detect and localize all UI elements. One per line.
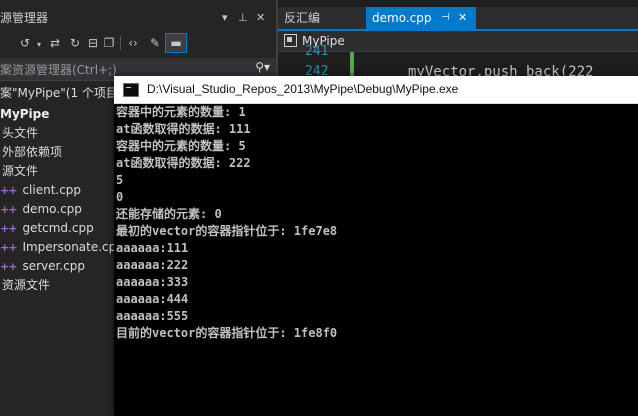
solution-explorer-toolbar: ↺ ▾ ⇄ ↻ ⊟ ❐ ‹› ✎ ▬	[0, 30, 276, 58]
console-line: 目前的vector的容器指针位于: 1fe8f0	[116, 326, 338, 340]
tab-demo-cpp[interactable]: demo.cpp ⊣ ✕	[366, 7, 476, 29]
show-all-files-icon[interactable]: ❐	[100, 34, 118, 52]
solution-explorer-title: 源管理器	[0, 11, 49, 25]
tree-item-resource-files[interactable]: 资源文件	[2, 276, 50, 295]
tree-item-header-files[interactable]: 头文件	[2, 124, 38, 143]
tree-item-file[interactable]: ++ client.cpp	[0, 181, 81, 200]
tree-item-source-files[interactable]: 源文件	[2, 162, 38, 181]
tree-item-label: server.cpp	[22, 259, 85, 273]
solution-explorer-header: 源管理器 ▾ ⊥ ✕	[0, 8, 276, 28]
change-tracking-bar	[350, 52, 354, 78]
tree-item-external-dependencies[interactable]: 外部依赖项	[2, 143, 62, 162]
console-titlebar[interactable]: D:\Visual_Studio_Repos_2013\MyPipe\Debug…	[114, 76, 638, 104]
tab-label: 反汇编	[284, 11, 321, 25]
toolbar-separator	[120, 36, 121, 50]
code-view-icon[interactable]: ‹›	[124, 34, 142, 52]
search-icon[interactable]: ⚲▾	[255, 60, 270, 74]
dropdown-icon[interactable]: ▾	[222, 8, 228, 28]
cpp-file-icon: ++	[0, 260, 17, 273]
tree-item-project[interactable]: MyPipe	[0, 105, 49, 124]
tree-item-file[interactable]: ++ getcmd.cpp	[0, 219, 94, 238]
console-line: 容器中的元素的数量: 1	[116, 105, 246, 119]
tree-item-file[interactable]: ++ Impersonate.cpp	[0, 238, 124, 257]
preview-selected-icon[interactable]: ▬	[165, 33, 187, 53]
close-tab-icon[interactable]: ✕	[458, 7, 467, 29]
console-line: aaaaaa:555	[116, 309, 189, 323]
tab-label: demo.cpp	[372, 11, 432, 25]
pin-tab-icon[interactable]: ⊣	[441, 7, 450, 29]
document-tab-strip: 反汇编 demo.cpp ⊣ ✕	[278, 7, 638, 29]
cpp-file-icon: ++	[0, 222, 17, 235]
tree-item-file[interactable]: ++ server.cpp	[0, 257, 85, 276]
console-line: 最初的vector的容器指针位于: 1fe7e8	[116, 224, 338, 238]
refresh-icon[interactable]: ↻	[66, 34, 84, 52]
tab-disassembly[interactable]: 反汇编	[284, 7, 320, 29]
tree-item-label: getcmd.cpp	[22, 221, 94, 235]
line-number: 241	[305, 44, 329, 59]
tree-item-label: 案"MyPipe"(1 个项目	[0, 86, 118, 100]
console-line: at函数取得的数据: 222	[116, 156, 251, 170]
sync-icon[interactable]: ⇄	[46, 34, 64, 52]
console-line: aaaaaa:333	[116, 275, 189, 289]
cpp-file-icon: ++	[0, 241, 17, 254]
tree-item-label: 资源文件	[2, 278, 51, 292]
tree-item-label: MyPipe	[0, 107, 50, 121]
cpp-file-icon: ++	[0, 184, 17, 197]
console-app-icon	[123, 83, 139, 97]
console-title: D:\Visual_Studio_Repos_2013\MyPipe\Debug…	[147, 82, 459, 96]
console-line: 5	[116, 173, 124, 187]
tree-item-label: 源文件	[2, 164, 39, 178]
tree-item-file[interactable]: ++ demo.cpp	[0, 200, 82, 219]
tree-item-label: 头文件	[2, 126, 39, 140]
project-scope-icon	[284, 34, 297, 47]
pin-icon[interactable]: ⊥	[238, 8, 248, 28]
visual-studio-ide: 源管理器 ▾ ⊥ ✕ ↺ ▾ ⇄ ↻ ⊟ ❐ ‹› ✎ ▬ 案资源管理器(Ctr…	[0, 0, 638, 416]
tree-item-label: client.cpp	[22, 183, 82, 197]
console-line: 还能存储的元素: 0	[116, 207, 222, 221]
console-line: at函数取得的数据: 111	[116, 122, 251, 136]
console-line: 容器中的元素的数量: 5	[116, 139, 246, 153]
close-icon[interactable]: ✕	[256, 8, 265, 28]
navigation-bar[interactable]: MyPipe	[278, 31, 638, 52]
tree-item-label: demo.cpp	[22, 202, 82, 216]
tree-item-label: 外部依赖项	[2, 145, 63, 159]
cpp-file-icon: ++	[0, 203, 17, 216]
console-line: aaaaaa:111	[116, 241, 189, 255]
search-placeholder: 案资源管理器(Ctrl+;)	[0, 63, 117, 77]
tree-item-label: Impersonate.cpp	[22, 240, 124, 254]
console-window[interactable]: D:\Visual_Studio_Repos_2013\MyPipe\Debug…	[114, 76, 638, 416]
console-line: 0	[116, 190, 124, 204]
console-line: aaaaaa:444	[116, 292, 189, 306]
console-line: aaaaaa:222	[116, 258, 189, 272]
console-output[interactable]: 容器中的元素的数量: 1 at函数取得的数据: 111 容器中的元素的数量: 5…	[114, 103, 638, 416]
tree-item-solution[interactable]: 案"MyPipe"(1 个项目	[0, 84, 118, 103]
properties-wrench-icon[interactable]: ✎	[146, 34, 164, 52]
